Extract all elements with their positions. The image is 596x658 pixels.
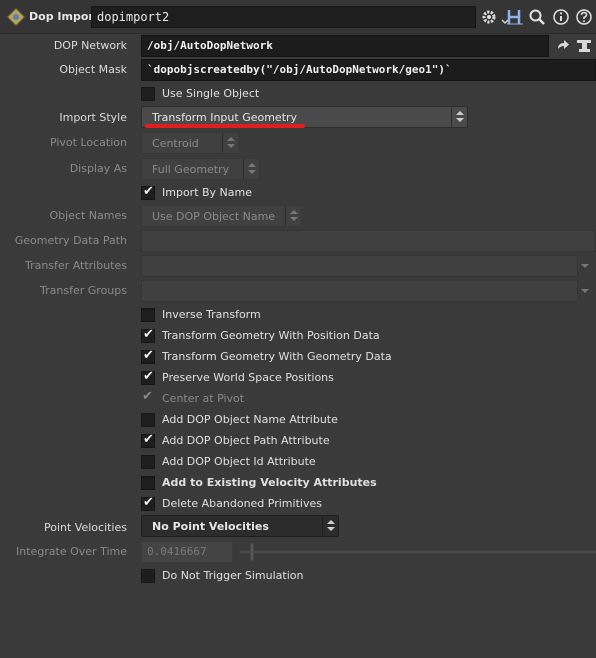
- delete-abandoned-checkbox[interactable]: [141, 495, 155, 511]
- integrate-slider-track[interactable]: [240, 551, 596, 553]
- node-chooser-icon[interactable]: [576, 38, 592, 54]
- node-type-label: Dop Import: [29, 10, 100, 23]
- add-existing-vel-label: Add to Existing Velocity Attributes: [162, 476, 377, 489]
- pivot-location-dropdown[interactable]: Centroid: [141, 132, 239, 154]
- add-name-attr-row: Add DOP Object Name Attribute: [0, 409, 596, 431]
- help-icon[interactable]: [575, 8, 593, 26]
- gear-icon[interactable]: [480, 8, 498, 26]
- dop-network-row: DOP Network /obj/AutoDopNetwork: [0, 35, 596, 57]
- search-icon[interactable]: [528, 8, 546, 26]
- do-not-trigger-checkbox[interactable]: [141, 569, 155, 583]
- xform-pos-data-label: Transform Geometry With Position Data: [162, 329, 380, 342]
- dropdown-arrows-icon: [243, 159, 259, 179]
- dropdown-arrows-icon: [451, 107, 467, 127]
- geometry-data-path-row: Geometry Data Path: [0, 230, 596, 252]
- houdini-help-h-icon[interactable]: [506, 8, 524, 26]
- dop-network-field[interactable]: /obj/AutoDopNetwork: [141, 35, 549, 57]
- add-path-attr-label: Add DOP Object Path Attribute: [162, 434, 330, 447]
- display-as-dropdown[interactable]: Full Geometry: [141, 158, 260, 180]
- dop-network-label: DOP Network: [53, 39, 127, 52]
- transfer-groups-field[interactable]: [141, 280, 578, 302]
- chevron-down-icon[interactable]: [578, 282, 592, 300]
- pivot-location-row: Pivot Location Centroid: [0, 132, 596, 154]
- object-mask-row: Object Mask `dopobjscreatedby("/obj/Auto…: [0, 59, 596, 81]
- add-existing-vel-checkbox[interactable]: [141, 476, 155, 490]
- pivot-location-label: Pivot Location: [49, 136, 127, 149]
- object-mask-field[interactable]: `dopobjscreatedby("/obj/AutoDopNetwork/g…: [141, 59, 596, 81]
- point-velocities-dropdown[interactable]: No Point Velocities: [141, 515, 339, 537]
- import-by-name-checkbox[interactable]: [141, 184, 155, 200]
- import-by-name-label: Import By Name: [162, 186, 253, 199]
- center-at-pivot-label: Center at Pivot: [162, 392, 245, 405]
- chevron-down-icon[interactable]: [578, 257, 592, 275]
- add-id-attr-checkbox[interactable]: [141, 455, 155, 469]
- info-icon[interactable]: [552, 8, 570, 26]
- parameter-header: Dop Import dopimport2: [0, 0, 596, 34]
- do-not-trigger-label: Do Not Trigger Simulation: [162, 569, 304, 582]
- delete-abandoned-label: Delete Abandoned Primitives: [162, 497, 322, 510]
- integrate-over-time-field[interactable]: 0.0416667: [141, 541, 233, 563]
- add-id-attr-row: Add DOP Object Id Attribute: [0, 451, 596, 473]
- transfer-attributes-field[interactable]: [141, 255, 578, 277]
- xform-geo-data-checkbox[interactable]: [141, 348, 155, 364]
- import-style-value: Transform Input Geometry: [152, 111, 298, 124]
- import-by-name-row: Import By Name: [0, 182, 596, 204]
- node-name-field[interactable]: dopimport2: [91, 6, 476, 28]
- transfer-attributes-label: Transfer Attributes: [24, 259, 127, 272]
- inverse-transform-checkbox[interactable]: [141, 308, 155, 322]
- dropdown-arrows-icon: [322, 516, 338, 536]
- add-name-attr-label: Add DOP Object Name Attribute: [162, 413, 338, 426]
- display-as-row: Display As Full Geometry: [0, 158, 596, 180]
- center-at-pivot-row: Center at Pivot: [0, 388, 596, 410]
- transfer-attributes-row: Transfer Attributes: [0, 255, 596, 277]
- pivot-location-value: Centroid: [152, 137, 199, 150]
- geometry-data-path-field[interactable]: [141, 230, 596, 252]
- object-names-dropdown[interactable]: Use DOP Object Name: [141, 205, 302, 227]
- jump-to-node-icon[interactable]: [556, 39, 570, 53]
- xform-geo-data-label: Transform Geometry With Geometry Data: [162, 350, 392, 363]
- integrate-over-time-label: Integrate Over Time: [16, 545, 127, 558]
- point-velocities-row: Point Velocities No Point Velocities: [0, 515, 596, 537]
- object-mask-label: Object Mask: [59, 63, 127, 76]
- center-at-pivot-checkbox[interactable]: [141, 389, 155, 406]
- add-path-attr-checkbox[interactable]: [141, 432, 155, 448]
- object-names-label: Object Names: [49, 209, 127, 222]
- add-id-attr-label: Add DOP Object Id Attribute: [162, 455, 316, 468]
- preserve-world-row: Preserve World Space Positions: [0, 367, 596, 389]
- xform-pos-data-checkbox[interactable]: [141, 327, 155, 343]
- dop-import-node-icon: [7, 8, 25, 26]
- transfer-groups-label: Transfer Groups: [40, 284, 127, 297]
- inverse-transform-row: Inverse Transform: [0, 304, 596, 326]
- delete-abandoned-row: Delete Abandoned Primitives: [0, 493, 596, 515]
- add-name-attr-checkbox[interactable]: [141, 413, 155, 427]
- preserve-world-label: Preserve World Space Positions: [162, 371, 334, 384]
- use-single-object-label: Use Single Object: [162, 87, 260, 100]
- add-existing-vel-row: Add to Existing Velocity Attributes: [0, 472, 596, 494]
- object-names-row: Object Names Use DOP Object Name: [0, 205, 596, 227]
- preserve-world-checkbox[interactable]: [141, 369, 155, 385]
- display-as-label: Display As: [69, 162, 127, 175]
- point-velocities-label: Point Velocities: [43, 521, 127, 534]
- dropdown-arrows-icon: [222, 133, 238, 153]
- inverse-transform-label: Inverse Transform: [162, 308, 261, 321]
- do-not-trigger-row: Do Not Trigger Simulation: [0, 565, 596, 587]
- point-velocities-value: No Point Velocities: [152, 520, 269, 533]
- import-style-label: Import Style: [59, 111, 127, 124]
- red-annotation-underline: [145, 124, 305, 128]
- dropdown-arrows-icon: [285, 206, 301, 226]
- xform-geo-data-row: Transform Geometry With Geometry Data: [0, 346, 596, 368]
- integrate-slider-handle[interactable]: [250, 543, 254, 561]
- use-single-object-row: Use Single Object: [0, 83, 596, 105]
- use-single-object-checkbox[interactable]: [141, 87, 155, 101]
- geometry-data-path-label: Geometry Data Path: [14, 234, 127, 247]
- xform-pos-data-row: Transform Geometry With Position Data: [0, 325, 596, 347]
- transfer-groups-row: Transfer Groups: [0, 280, 596, 302]
- display-as-value: Full Geometry: [152, 163, 230, 176]
- object-names-value: Use DOP Object Name: [152, 210, 276, 223]
- add-path-attr-row: Add DOP Object Path Attribute: [0, 430, 596, 452]
